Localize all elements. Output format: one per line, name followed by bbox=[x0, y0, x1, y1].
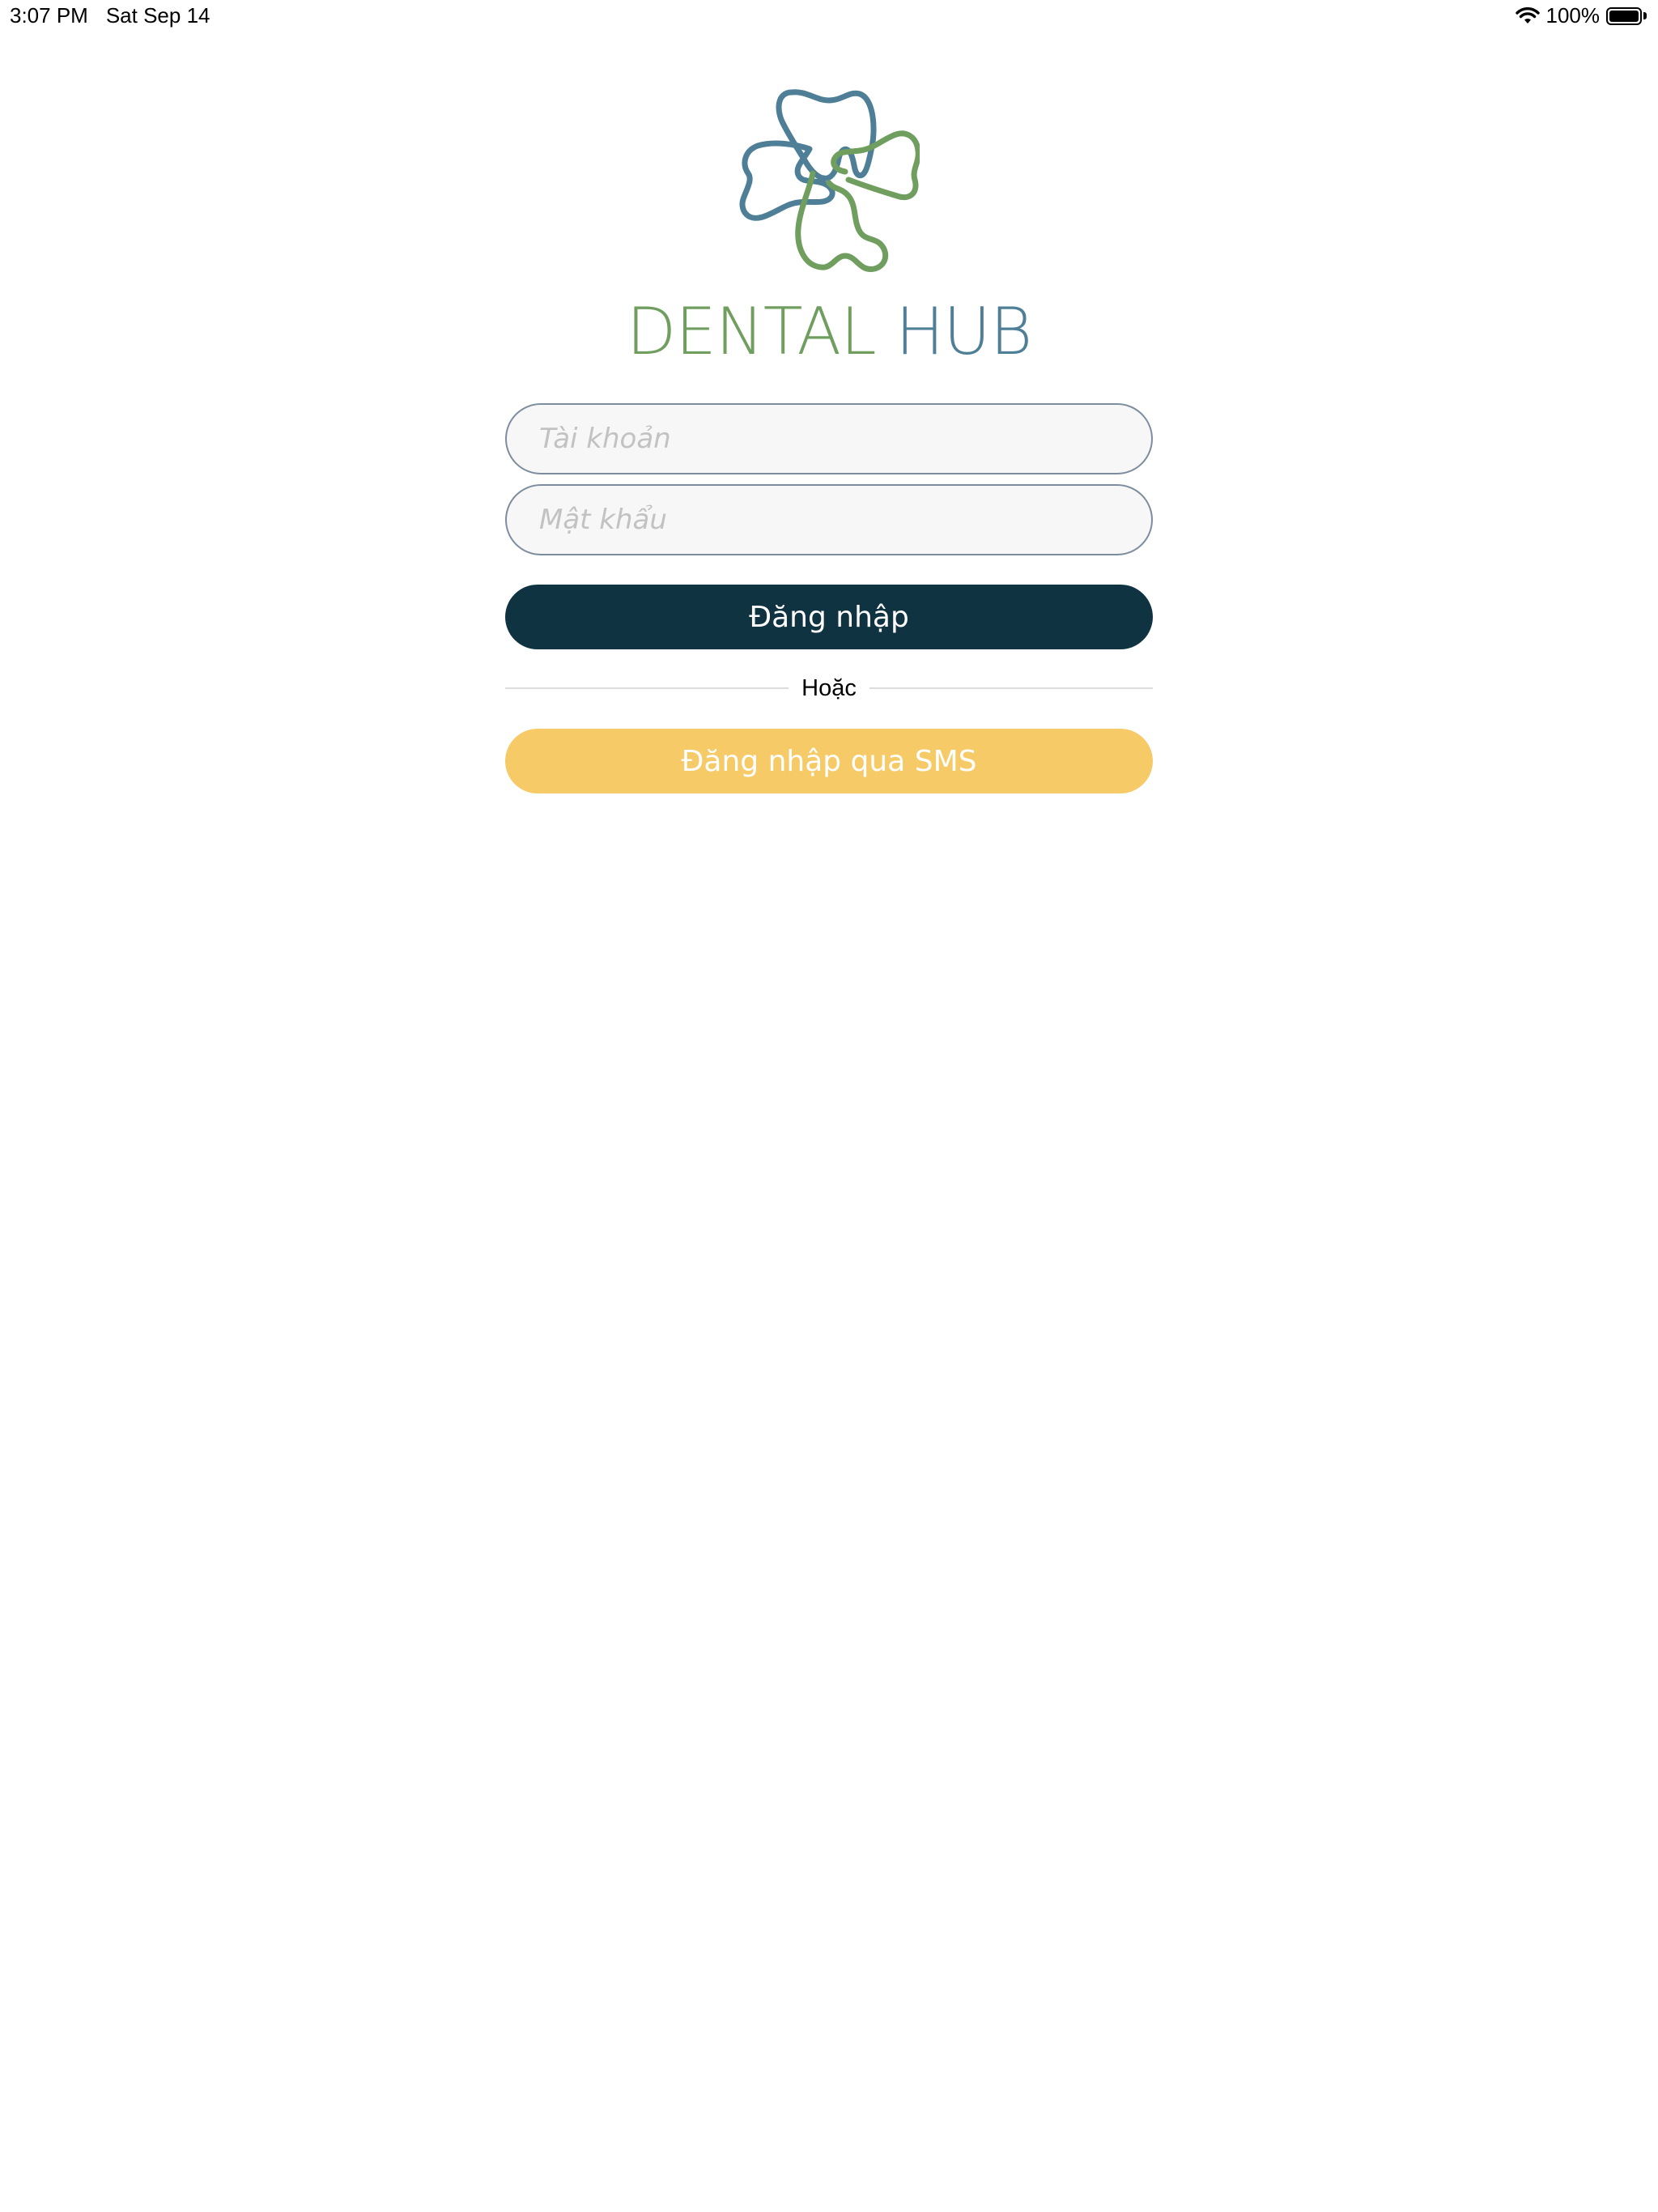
battery-icon bbox=[1606, 6, 1647, 25]
status-bar: 3:07 PM Sat Sep 14 100% bbox=[0, 0, 1658, 32]
status-time: 3:07 PM bbox=[10, 3, 88, 28]
sms-login-button[interactable]: Đăng nhập qua SMS bbox=[505, 729, 1153, 793]
login-button[interactable]: Đăng nhập bbox=[505, 585, 1153, 649]
status-right: 100% bbox=[1515, 3, 1647, 28]
status-left: 3:07 PM Sat Sep 14 bbox=[10, 3, 210, 28]
divider-line-right bbox=[869, 687, 1154, 689]
brand-name-hub: HUB bbox=[895, 294, 1032, 369]
status-date: Sat Sep 14 bbox=[105, 3, 210, 28]
brand-wordmark: DENTAL HUB bbox=[0, 291, 1658, 372]
password-field[interactable] bbox=[505, 484, 1153, 555]
battery-body bbox=[1606, 6, 1642, 25]
divider-text: Hoặc bbox=[801, 674, 857, 701]
username-field[interactable] bbox=[505, 403, 1153, 474]
tooth-clover-logo bbox=[738, 83, 920, 275]
brand-name-dental: DENTAL bbox=[626, 294, 877, 369]
or-divider: Hoặc bbox=[505, 672, 1154, 704]
battery-fill bbox=[1609, 10, 1639, 22]
wifi-icon bbox=[1515, 6, 1540, 25]
battery-percent: 100% bbox=[1545, 3, 1601, 28]
divider-line-left bbox=[505, 687, 789, 689]
battery-nub bbox=[1643, 12, 1647, 19]
